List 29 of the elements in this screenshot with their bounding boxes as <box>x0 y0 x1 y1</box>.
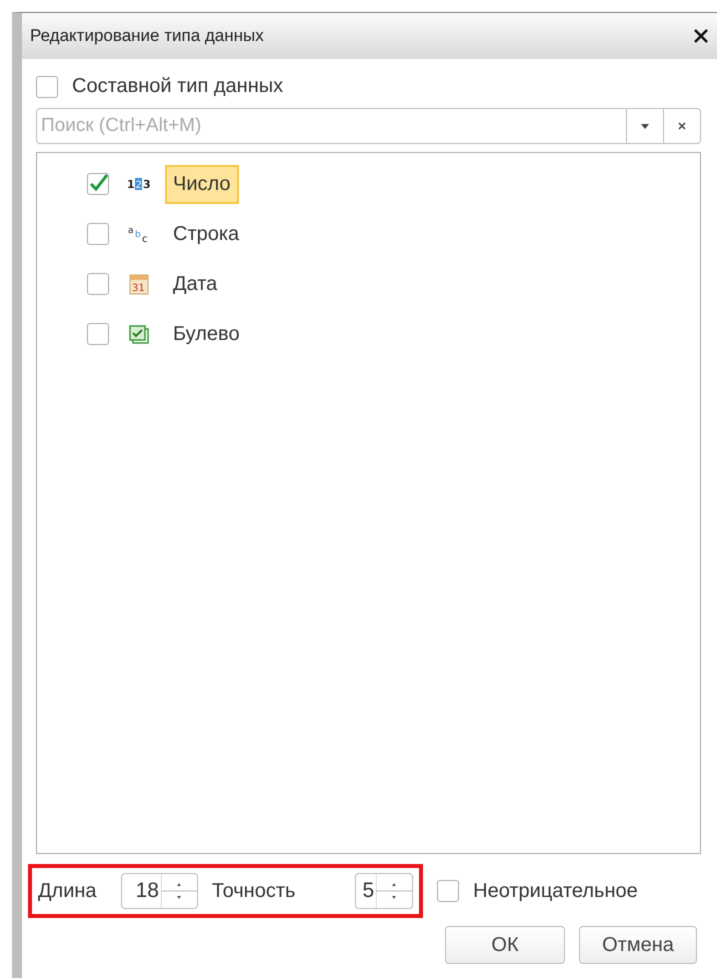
precision-field[interactable]: 5 <box>355 873 414 909</box>
length-field[interactable]: 18 <box>120 873 198 909</box>
checkbox-label: Неотрицательное <box>473 880 638 902</box>
field-label: Длина <box>38 880 97 902</box>
clear-button[interactable] <box>664 108 701 144</box>
checkbox[interactable] <box>87 223 109 245</box>
list-item[interactable]: Число <box>165 164 239 204</box>
cancel-button[interactable]: Отмена <box>579 926 697 964</box>
window-title: Редактирование типа данных <box>30 26 264 46</box>
spinner-icon[interactable] <box>160 874 197 908</box>
checkbox[interactable] <box>87 323 109 345</box>
calendar-icon: 31 <box>127 273 151 295</box>
checkbox[interactable] <box>36 76 58 98</box>
dropdown-icon <box>641 124 649 128</box>
list-item[interactable]: Строка <box>165 214 248 254</box>
field-label: Точность <box>212 880 296 902</box>
dropdown-button[interactable] <box>627 108 664 144</box>
ok-button[interactable]: ОК <box>445 926 565 964</box>
search-field[interactable]: Поиск (Ctrl+Alt+M) <box>36 108 627 144</box>
close-icon[interactable] <box>693 28 709 44</box>
checkbox-label: Составной тип данных <box>72 75 284 98</box>
checkbox[interactable] <box>87 173 109 195</box>
list-item[interactable]: Дата <box>165 264 226 304</box>
checkbox[interactable] <box>437 880 460 902</box>
spinner-icon[interactable] <box>376 874 412 908</box>
checkbox-icon <box>127 323 151 345</box>
checkbox[interactable] <box>87 273 109 295</box>
list-item[interactable]: Булево <box>165 314 248 354</box>
close-icon <box>678 122 686 130</box>
